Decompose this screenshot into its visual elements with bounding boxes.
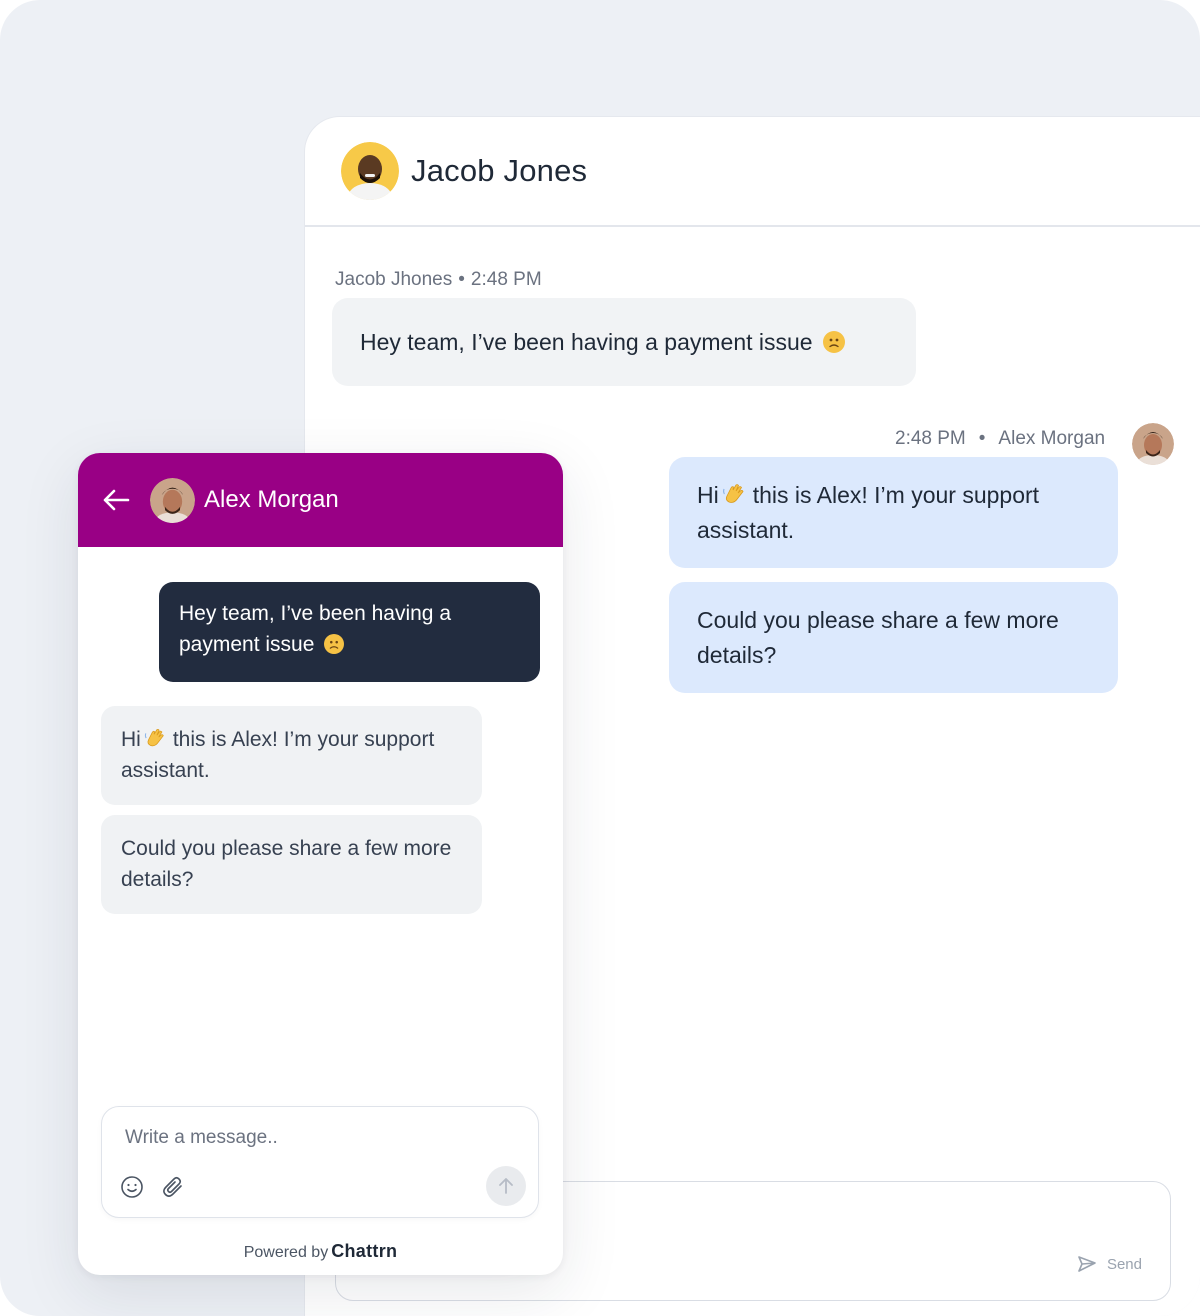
bot-message-1-greeting: Hi: [121, 728, 141, 751]
frown-emoji-icon: [324, 634, 345, 654]
bot-message-1-text: this is Alex! I’m your support assistant…: [121, 728, 435, 782]
separator-dot: •: [978, 428, 986, 449]
brand-logo[interactable]: Chattrn: [331, 1241, 397, 1261]
agent-message-bubble-2: Could you please share a few more detail…: [669, 582, 1118, 693]
widget-composer: Write a message..: [101, 1106, 539, 1218]
bot-message-2-text: Could you please share a few more detail…: [121, 837, 452, 891]
widget-agent-avatar: [150, 477, 195, 523]
bot-message-bubble-2: Could you please share a few more detail…: [101, 815, 482, 914]
incoming-meta: Jacob Jhones • 2:48 PM: [335, 269, 542, 291]
alex-avatar[interactable]: [1132, 423, 1174, 465]
incoming-sender: Jacob Jhones: [335, 269, 453, 290]
send-button[interactable]: Send: [1077, 1254, 1142, 1274]
send-arrow-icon: [499, 1178, 513, 1194]
back-arrow-icon[interactable]: [100, 484, 132, 516]
powered-by-footer: Powered by Chattrn: [78, 1241, 563, 1262]
outgoing-time: 2:48 PM: [895, 428, 966, 449]
wave-emoji-icon: [144, 728, 164, 747]
outgoing-sender: Alex Morgan: [998, 428, 1106, 449]
background-frame: Jacob Jones Jacob Jhones • 2:48 PM Hey tea…: [0, 0, 1200, 1316]
incoming-message-text: Hey team, I’ve been having a payment iss…: [360, 329, 813, 355]
powered-by-text: Powered by: [243, 1244, 329, 1261]
agent-message-1-text: this is Alex! I’m your support assistant…: [697, 482, 1040, 543]
user-message-bubble: Hey team, I’ve been having a payment iss…: [159, 582, 540, 682]
jacob-avatar[interactable]: [341, 142, 399, 200]
message-input[interactable]: Write a message..: [125, 1127, 278, 1149]
send-label: Send: [1106, 1255, 1142, 1273]
wave-emoji-icon: [722, 484, 744, 503]
incoming-message-bubble: Hey team, I’ve been having a payment iss…: [332, 298, 916, 386]
send-message-button[interactable]: [486, 1166, 526, 1206]
agent-message-bubble-1: Hi this is Alex! I’m your support assista…: [669, 457, 1118, 568]
frown-emoji-icon: [822, 331, 845, 353]
outgoing-meta: 2:48 PM • Alex Morgan: [895, 428, 1105, 450]
widget-header: Alex Morgan: [78, 453, 563, 547]
bot-message-bubble-1: Hi this is Alex! I’m your support assista…: [101, 706, 482, 805]
conversation-header: Jacob Jones: [305, 117, 1200, 227]
agent-message-2-text: Could you please share a few more detail…: [697, 607, 1059, 668]
widget-title: Alex Morgan: [204, 486, 339, 513]
contact-name: Jacob Jones: [411, 153, 588, 188]
paper-plane-icon: [1078, 1256, 1096, 1272]
agent-message-1-greeting: Hi: [697, 482, 719, 508]
separator-dot: •: [458, 269, 465, 290]
emoji-icon[interactable]: [120, 1175, 144, 1199]
user-message-text: Hey team, I’ve been having a payment iss…: [179, 602, 451, 656]
incoming-time: 2:48 PM: [470, 269, 542, 290]
chat-widget: Alex Morgan Hey team, I’ve been having a…: [78, 453, 563, 1275]
attachment-icon[interactable]: [161, 1175, 185, 1199]
